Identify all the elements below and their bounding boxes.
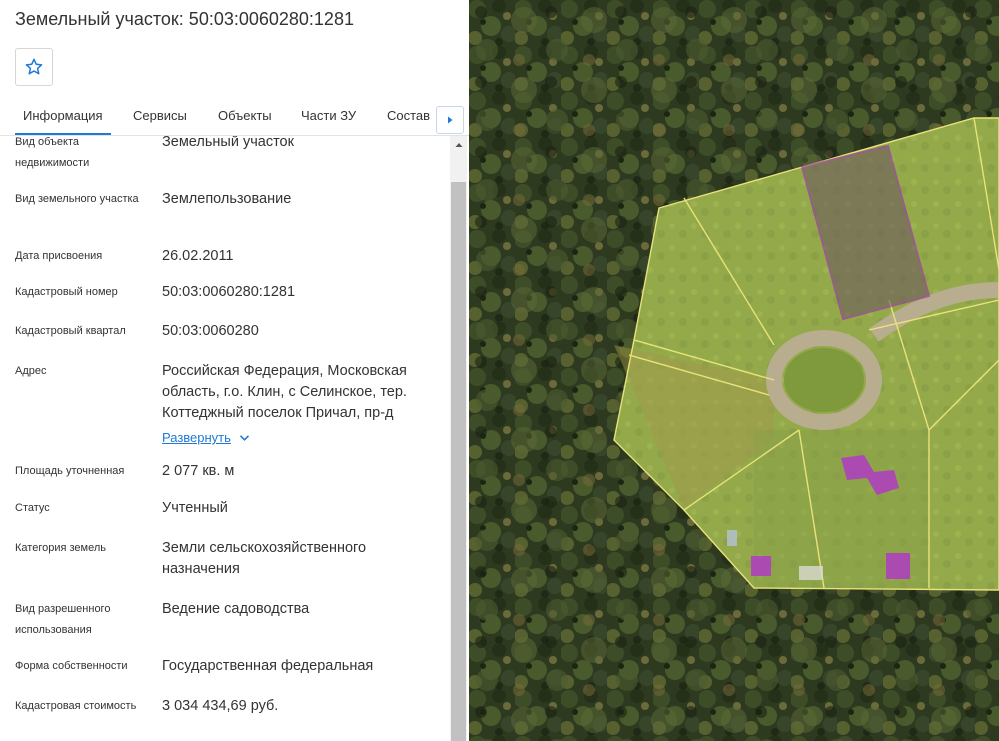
tab-information[interactable]: Информация: [15, 100, 111, 135]
info-value: 2 077 кв. м: [162, 463, 235, 479]
info-label: Вид разрешенного использования: [15, 603, 111, 636]
info-value: Ведение садоводства: [162, 601, 310, 617]
info-value: Государственная федеральная: [162, 658, 374, 674]
info-label: Кадастровый номер: [15, 286, 118, 298]
star-outline-icon: [25, 58, 43, 75]
info-value: 50:03:0060280: [162, 323, 259, 339]
caret-right-icon: [448, 116, 453, 124]
caret-up-icon: [455, 142, 462, 147]
info-panel: Земельный участок: 50:03:0060280:1281 Ин…: [0, 0, 469, 741]
map-imagery: [469, 0, 999, 741]
info-label: Площадь уточненная: [15, 465, 125, 477]
tab-composition[interactable]: Состав: [387, 100, 435, 135]
satellite-map[interactable]: [469, 0, 999, 741]
favorite-button[interactable]: [15, 48, 53, 86]
info-value: Землепользование: [162, 191, 292, 207]
info-label: Форма собственности: [15, 660, 128, 672]
info-value: Земли сельскохозяйственного назначения: [162, 540, 367, 577]
info-value: 3 034 434,69 руб.: [162, 698, 279, 714]
tab-bar: Информация Сервисы Объекты Части ЗУ Сост…: [0, 100, 469, 136]
tab-parcel-parts[interactable]: Части ЗУ: [301, 100, 356, 135]
info-label: Категория земель: [15, 542, 106, 554]
info-value: 26.02.2011: [162, 248, 234, 264]
tabs-next-button[interactable]: [436, 106, 464, 134]
address-text: Российская Федерация, Московская область…: [162, 363, 407, 421]
page-title: Земельный участок: 50:03:0060280:1281: [15, 9, 354, 29]
info-label: Вид объекта недвижимости: [15, 136, 90, 169]
expand-address-link[interactable]: Развернуть: [162, 427, 250, 448]
info-label: Адрес: [15, 365, 47, 377]
chevron-down-icon: [239, 434, 249, 441]
info-label: Вид земельного участка: [15, 193, 139, 205]
info-list: Вид объекта недвижимости Земельный участ…: [0, 136, 449, 741]
info-value: Земельный участок: [162, 136, 294, 150]
scroll-up-button[interactable]: [450, 136, 467, 153]
scroll-thumb[interactable]: [451, 182, 466, 741]
info-label: Статус: [15, 502, 50, 514]
info-value: 50:03:0060280:1281: [162, 284, 296, 300]
tab-services[interactable]: Сервисы: [133, 100, 187, 135]
info-value: Учтенный: [162, 500, 228, 516]
expand-label: Развернуть: [162, 430, 231, 445]
info-label: Дата присвоения: [15, 250, 103, 262]
tab-objects[interactable]: Объекты: [218, 100, 272, 135]
info-label: Кадастровый квартал: [15, 325, 126, 337]
panel-scrollbar[interactable]: [450, 136, 467, 741]
info-value-address: Российская Федерация, Московская область…: [162, 361, 442, 449]
info-label: Кадастровая стоимость: [15, 700, 137, 712]
